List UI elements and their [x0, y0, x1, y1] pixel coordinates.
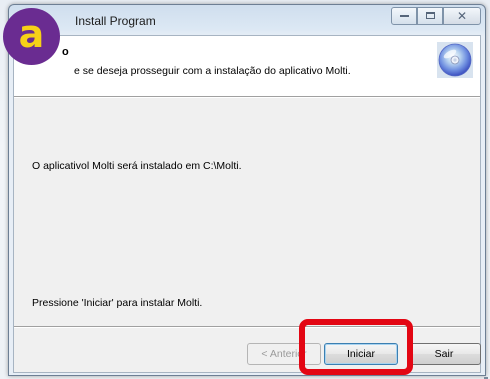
instruction-text: Pressione 'Iniciar' para instalar Molti. [32, 297, 203, 309]
step-badge: a [3, 8, 60, 65]
header-separator [14, 97, 480, 98]
minimize-button[interactable] [391, 7, 417, 25]
exit-button[interactable]: Sair [407, 343, 481, 365]
maximize-button[interactable] [417, 7, 443, 25]
cd-disc-icon [437, 42, 473, 78]
header-subtitle: e se deseja prosseguir com a instalação … [74, 65, 351, 77]
title-bar[interactable]: Install Program ✕ [9, 5, 485, 35]
window-title: Install Program [75, 14, 156, 28]
header-title: o [62, 46, 69, 58]
dialog-header: o e se deseja prosseguir com a instalaçã… [14, 36, 480, 97]
install-path-text: O aplicativol Molti será instalado em C:… [32, 160, 242, 172]
close-button[interactable]: ✕ [443, 7, 481, 25]
highlight-annotation [299, 319, 413, 375]
minimize-icon [400, 15, 409, 17]
installer-window: Install Program ✕ o e se deseja prossegu… [8, 4, 486, 376]
maximize-icon [426, 12, 435, 19]
close-icon: ✕ [457, 9, 468, 23]
